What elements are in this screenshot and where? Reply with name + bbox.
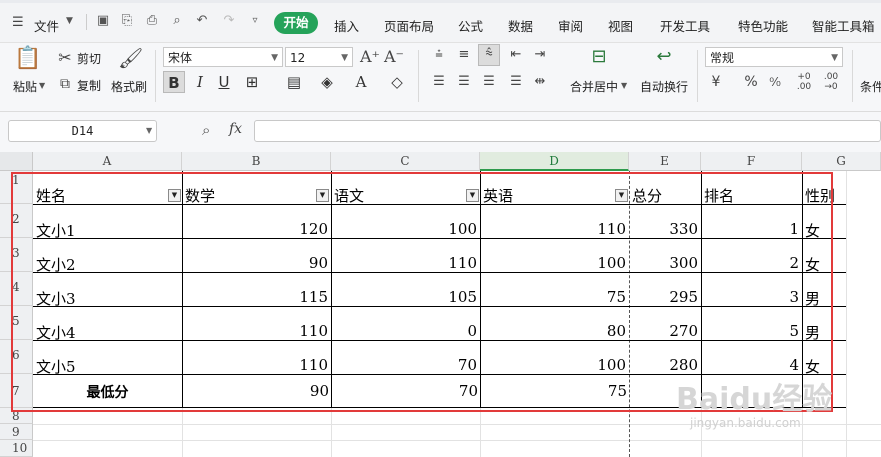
save-icon[interactable]: ▣	[96, 14, 110, 28]
print-preview-icon[interactable]: ⌕	[170, 14, 184, 28]
border-icon[interactable]: ⊞	[241, 71, 263, 93]
tab-insert[interactable]: 插入	[334, 16, 359, 35]
percent-icon[interactable]: %	[742, 73, 760, 91]
gridline	[480, 408, 481, 457]
chevron-down-icon[interactable]: ▼	[621, 81, 627, 90]
column-header-a[interactable]: A	[33, 152, 182, 171]
increase-decimal-icon[interactable]: +0.00	[796, 72, 812, 92]
font-color-icon[interactable]: A	[350, 71, 372, 93]
ribbon-divider	[418, 50, 419, 102]
baidu-watermark: Baidu经验	[676, 382, 833, 417]
italic-icon[interactable]: I	[189, 71, 211, 93]
conditional-format-button[interactable]: 条件	[860, 78, 881, 95]
decrease-decimal-icon[interactable]: .00 →0	[823, 72, 839, 92]
distribute-icon[interactable]: ⇹	[531, 73, 549, 91]
customize-icon[interactable]: ▿	[248, 14, 262, 28]
underline-icon[interactable]: U	[213, 71, 235, 93]
column-header-c[interactable]: C	[331, 152, 480, 171]
chevron-down-icon[interactable]: ▼	[66, 16, 73, 26]
hamburger-icon[interactable]: ☰	[12, 15, 24, 30]
merge-center-button[interactable]: 合并居中	[570, 78, 618, 95]
title-strip	[0, 0, 881, 3]
clear-format-icon[interactable]: ◇	[386, 71, 408, 93]
gridline	[331, 408, 332, 457]
chevron-down-icon: ▼	[341, 53, 348, 63]
tab-start[interactable]: 开始	[274, 12, 318, 34]
copy-button[interactable]: 复制	[77, 77, 101, 94]
export-icon[interactable]: ⎘	[120, 14, 134, 28]
align-middle-icon[interactable]: ≡	[455, 46, 473, 64]
tab-features[interactable]: 特色功能	[738, 16, 788, 35]
currency-icon[interactable]: ¥	[707, 73, 725, 91]
zoom-search-icon[interactable]: ⌕	[202, 121, 210, 139]
select-all-corner[interactable]	[0, 152, 33, 171]
indent-increase-icon[interactable]: ⇥	[531, 46, 549, 64]
number-format-value: 常规	[710, 51, 735, 65]
bold-icon[interactable]: B	[163, 71, 185, 93]
justify-icon[interactable]: ☰	[507, 73, 525, 91]
indent-decrease-icon[interactable]: ⇤	[507, 46, 525, 64]
ribbon-divider	[852, 50, 853, 102]
paste-button[interactable]: 粘贴	[13, 78, 37, 95]
fx-icon[interactable]: fx	[229, 121, 242, 137]
tab-review[interactable]: 审阅	[558, 16, 583, 35]
fill-color-icon[interactable]: ◈	[316, 71, 338, 93]
tab-data[interactable]: 数据	[508, 16, 533, 35]
chevron-down-icon[interactable]: ▼	[146, 126, 152, 135]
column-header-e[interactable]: E	[629, 152, 701, 171]
column-header-f[interactable]: F	[701, 152, 802, 171]
chevron-down-icon[interactable]: ▼	[39, 81, 45, 90]
paste-icon[interactable]: 📋	[14, 48, 41, 74]
tab-page-layout[interactable]: 页面布局	[384, 16, 434, 35]
gridline	[846, 171, 847, 457]
baidu-watermark-url: jingyan.baidu.com	[690, 416, 801, 430]
thousands-icon[interactable]: ⁰⁄₀	[768, 73, 782, 91]
align-bottom-icon[interactable]: ⩯	[478, 44, 500, 66]
tab-smart-toolbox[interactable]: 智能工具箱	[812, 16, 875, 35]
gridline	[33, 440, 881, 441]
column-header-d[interactable]: D	[480, 152, 629, 171]
cut-button[interactable]: 剪切	[77, 50, 101, 67]
menu-divider	[86, 14, 87, 30]
column-header-b[interactable]: B	[182, 152, 331, 171]
scissors-icon[interactable]: ✂	[56, 49, 74, 67]
align-center-icon[interactable]: ☰	[455, 73, 473, 91]
row-header-10[interactable]: 10	[0, 440, 33, 457]
font-size-value: 12	[290, 51, 306, 65]
align-top-icon[interactable]: ⩮	[430, 46, 448, 64]
tab-developer[interactable]: 开发工具	[660, 16, 710, 35]
redo-icon[interactable]: ↷	[222, 14, 236, 28]
chevron-down-icon: ▼	[831, 53, 838, 63]
align-right-icon[interactable]: ☰	[480, 73, 498, 91]
column-header-g[interactable]: G	[802, 152, 881, 171]
name-box[interactable]: D14	[8, 120, 157, 142]
copy-icon[interactable]: ⧉	[56, 75, 74, 93]
merge-center-icon[interactable]: ⊟	[588, 48, 610, 66]
font-name-value: 宋体	[168, 51, 193, 65]
number-format-select[interactable]: 常规 ▼	[705, 47, 843, 67]
align-left-icon[interactable]: ☰	[430, 73, 448, 91]
row-header-9[interactable]: 9	[0, 424, 33, 440]
tab-formulas[interactable]: 公式	[458, 16, 483, 35]
font-size-select[interactable]: 12 ▼	[285, 47, 353, 67]
tab-view[interactable]: 视图	[608, 16, 633, 35]
formula-input[interactable]	[254, 120, 881, 142]
file-menu[interactable]: 文件	[34, 16, 59, 35]
wrap-text-icon[interactable]: ↩	[653, 48, 675, 66]
ribbon-divider	[155, 50, 156, 102]
format-painter-icon[interactable]: 🖌	[118, 48, 143, 68]
chevron-down-icon: ▼	[271, 53, 278, 63]
fill-pattern-icon[interactable]: ▤	[283, 71, 305, 93]
gridline	[182, 408, 183, 457]
increase-font-icon[interactable]: A⁺	[360, 48, 380, 66]
wrap-text-button[interactable]: 自动换行	[640, 78, 688, 95]
undo-icon[interactable]: ↶	[195, 14, 209, 28]
decrease-font-icon[interactable]: A⁻	[384, 48, 404, 66]
print-icon[interactable]: ⎙	[145, 14, 159, 28]
ribbon-divider	[697, 50, 698, 102]
font-name-select[interactable]: 宋体 ▼	[163, 47, 283, 67]
format-painter-button[interactable]: 格式刷	[111, 78, 147, 95]
